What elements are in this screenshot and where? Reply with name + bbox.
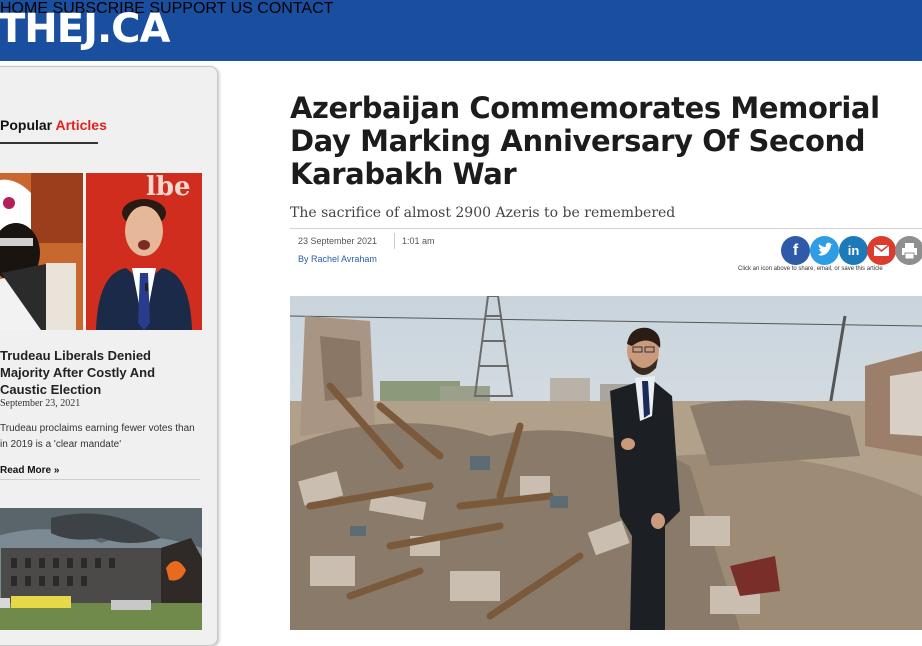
site-logo[interactable]: THEJ.CA: [0, 6, 170, 52]
article-date: 23 September 2021: [298, 236, 378, 246]
email-icon[interactable]: [867, 236, 896, 265]
meta-separator: [394, 233, 395, 249]
article-byline[interactable]: By Rachel Avraham: [298, 254, 377, 264]
popular-articles-heading: Popular Articles: [0, 117, 107, 133]
print-icon[interactable]: [895, 236, 922, 265]
facebook-icon[interactable]: f: [781, 236, 810, 265]
sidebar-divider: [0, 479, 200, 480]
sidebar-article-excerpt: Trudeau proclaims earning fewer votes th…: [0, 423, 195, 450]
linkedin-icon[interactable]: in: [839, 236, 868, 265]
heading-underline: [0, 142, 98, 144]
sidebar-article-title[interactable]: Trudeau Liberals Denied Majority After C…: [0, 347, 200, 398]
share-instructions: Click an icon above to share, email, or …: [738, 266, 883, 272]
article-headline: Azerbaijan Commemorates Memorial Day Mar…: [290, 91, 880, 191]
svg-text:lbe: lbe: [146, 173, 191, 202]
article-thumbnail-fire[interactable]: [0, 508, 202, 630]
meta-divider: [290, 228, 922, 229]
article-thumbnail-left[interactable]: [0, 173, 83, 330]
article-thumbnail-right[interactable]: lbe: [86, 173, 202, 330]
read-more-link[interactable]: Read More »: [0, 465, 59, 476]
sidebar-article-date: September 23, 2021: [0, 398, 81, 409]
article-time: 1:01 am: [402, 236, 435, 246]
heading-popular: Popular: [0, 117, 53, 133]
popular-articles-sidebar: Popular Articles lbe Trudeau Liberals De…: [0, 66, 218, 646]
article-hero-image: [290, 296, 922, 630]
twitter-icon[interactable]: [810, 236, 839, 265]
heading-articles: Articles: [55, 117, 107, 133]
nav-contact[interactable]: CONTACT: [257, 0, 333, 17]
article-subtitle: The sacrifice of almost 2900 Azeris to b…: [290, 205, 676, 221]
site-header: THEJ.CA HOME SUBSCRIBE SUPPORT US CONTAC…: [0, 0, 922, 61]
